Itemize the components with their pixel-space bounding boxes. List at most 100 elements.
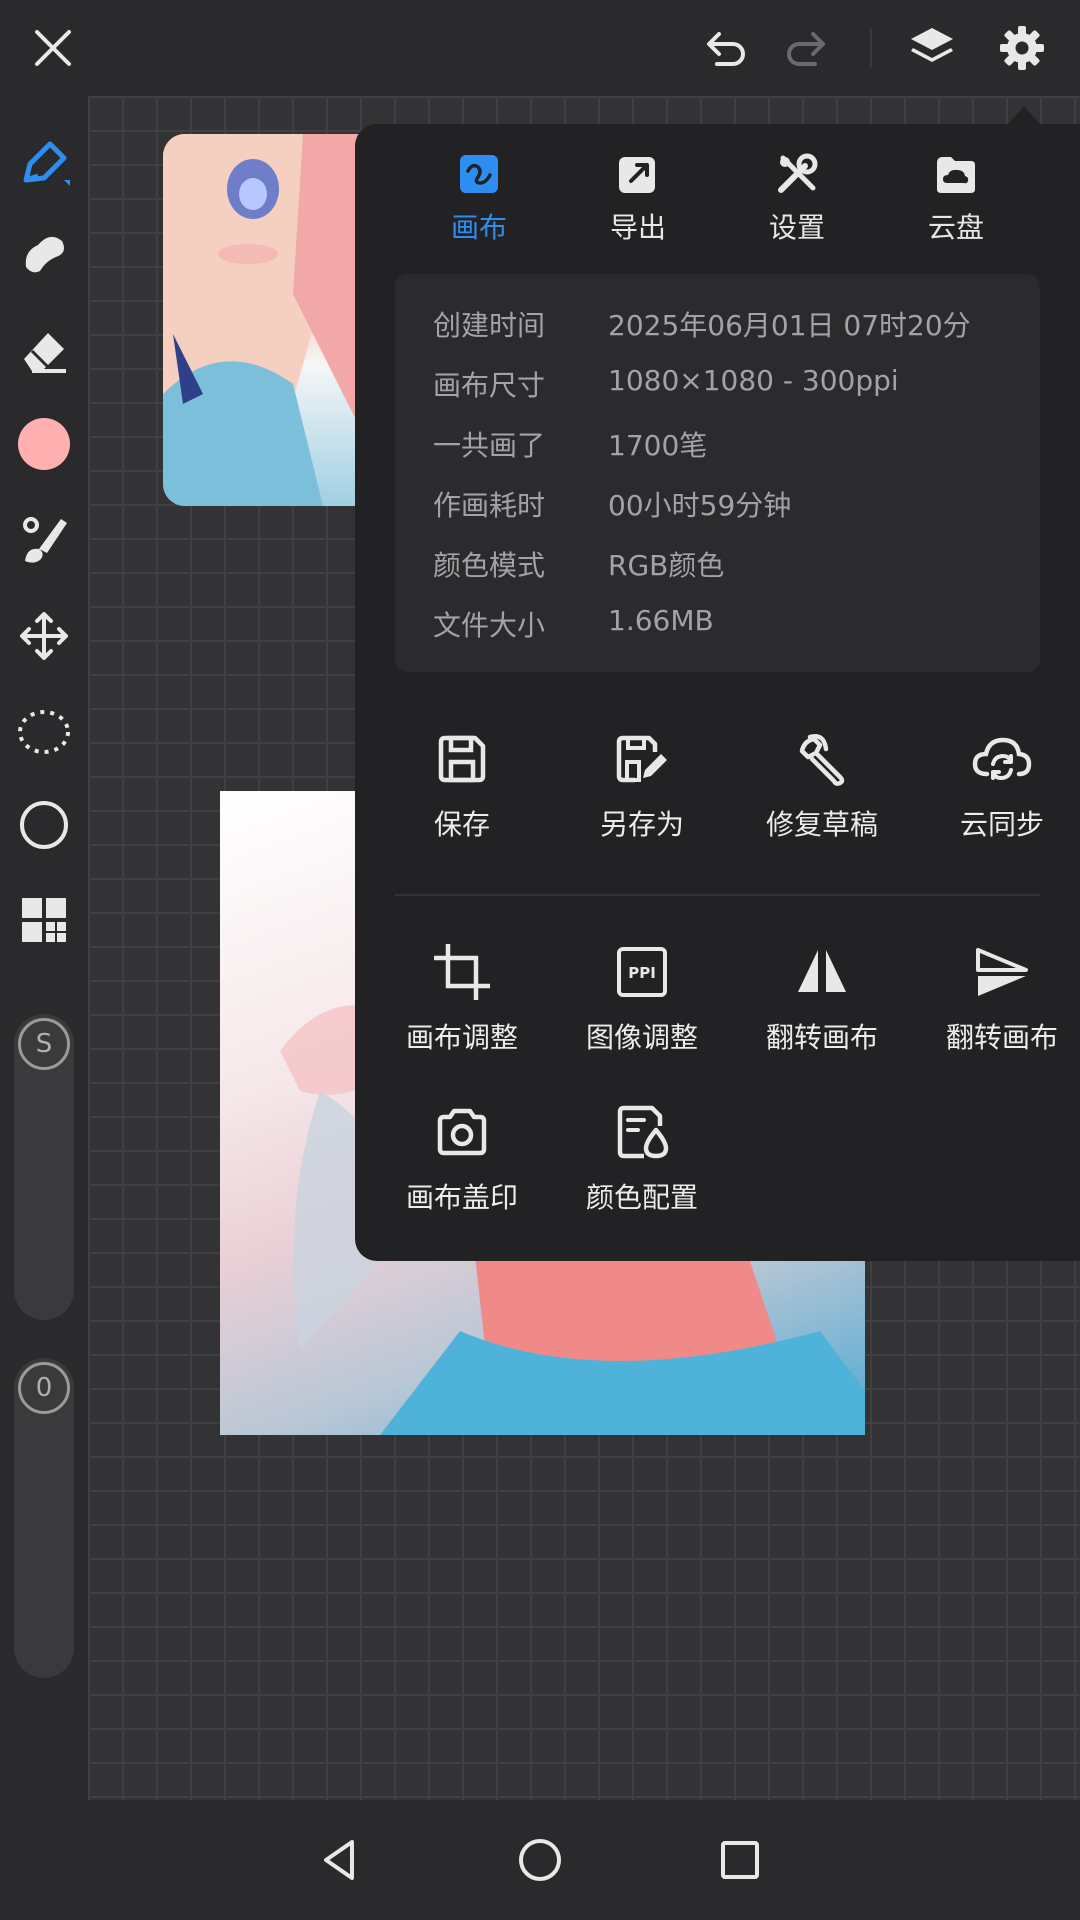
current-color-swatch xyxy=(18,418,70,470)
layers-button[interactable] xyxy=(902,18,962,78)
opacity-slider[interactable]: 0 xyxy=(14,1358,74,1678)
flip-horizontal-icon xyxy=(798,948,846,996)
opacity-slider-label: 0 xyxy=(35,1373,53,1403)
save-icon xyxy=(438,735,486,783)
image-adjust-label: 图像调整 xyxy=(585,1021,698,1054)
save-button[interactable]: 保存 xyxy=(372,727,552,843)
flip-vertical-icon xyxy=(976,948,1028,996)
cloud-sync-icon xyxy=(972,737,1032,780)
brush-size-slider[interactable]: S xyxy=(14,1014,74,1320)
info-value: 00小时59分钟 xyxy=(608,489,792,522)
export-icon xyxy=(619,157,655,193)
nav-back-button[interactable] xyxy=(310,1830,370,1890)
save-as-button[interactable]: 另存为 xyxy=(552,727,732,843)
cloud-sync-label: 云同步 xyxy=(959,808,1044,841)
tab-cloud-drive-label: 云盘 xyxy=(927,211,984,244)
image-adjust-button[interactable]: PPI 图像调整 xyxy=(552,940,732,1056)
info-value: 2025年06月01日 07时20分 xyxy=(608,309,971,342)
back-triangle-icon xyxy=(324,1840,354,1880)
gear-icon xyxy=(1000,26,1044,70)
canvas-icon xyxy=(460,155,498,193)
cloud-drive-icon xyxy=(937,157,975,193)
cloud-sync-button[interactable]: 云同步 xyxy=(912,727,1080,843)
canvas-stamp-label: 画布盖印 xyxy=(405,1181,518,1214)
info-label: 画布尺寸 xyxy=(433,369,546,402)
info-row: 创建时间 2025年06月01日 07时20分 xyxy=(395,304,1040,344)
smudge-tool[interactable] xyxy=(14,223,74,283)
smudge-icon xyxy=(25,236,64,273)
panel-pointer xyxy=(1008,106,1040,124)
tab-settings[interactable]: 设置 xyxy=(717,150,877,246)
flip-vertical-button[interactable]: 翻转画布 xyxy=(912,940,1080,1056)
grid-squares-icon xyxy=(22,898,66,942)
settings-tools-icon xyxy=(778,153,818,193)
color-profile-icon xyxy=(617,1105,669,1159)
left-toolbar: S 0 xyxy=(0,96,88,1800)
pen-tool[interactable] xyxy=(14,134,74,194)
brush-icon xyxy=(23,517,67,563)
undo-button[interactable] xyxy=(696,18,756,78)
recents-square-icon xyxy=(721,1841,759,1879)
info-value: RGB颜色 xyxy=(608,549,725,582)
close-button[interactable] xyxy=(23,18,83,78)
brush-settings-tool[interactable] xyxy=(14,510,74,570)
svg-text:PPI: PPI xyxy=(628,964,656,982)
info-label: 文件大小 xyxy=(433,609,546,642)
nav-home-button[interactable] xyxy=(510,1830,570,1890)
shape-tool[interactable] xyxy=(14,795,74,855)
flip-horizontal-button[interactable]: 翻转画布 xyxy=(732,940,912,1056)
flip-vertical-label: 翻转画布 xyxy=(945,1021,1058,1054)
info-row: 作画耗时 00小时59分钟 xyxy=(395,484,1040,524)
wrench-icon xyxy=(799,734,845,786)
nav-recents-button[interactable] xyxy=(710,1830,770,1890)
tab-export-label: 导出 xyxy=(609,211,666,244)
canvas-stamp-button[interactable]: 画布盖印 xyxy=(372,1100,552,1216)
repair-draft-button[interactable]: 修复草稿 xyxy=(732,727,912,843)
save-as-label: 另存为 xyxy=(599,808,684,841)
undo-icon xyxy=(707,32,745,66)
info-label: 颜色模式 xyxy=(433,549,546,582)
layers-icon xyxy=(911,28,953,62)
size-slider-knob[interactable]: S xyxy=(18,1018,70,1070)
move-arrows-icon xyxy=(20,612,68,660)
tab-canvas[interactable]: 画布 xyxy=(399,150,559,246)
save-label: 保存 xyxy=(433,808,490,841)
eraser-tool[interactable] xyxy=(14,321,74,381)
size-slider-label: S xyxy=(35,1029,53,1059)
materials-tool[interactable] xyxy=(14,890,74,950)
system-nav-bar xyxy=(0,1800,1080,1920)
home-circle-icon xyxy=(519,1839,561,1881)
tab-cloud-drive[interactable]: 云盘 xyxy=(876,150,1036,246)
crop-icon xyxy=(434,944,490,1000)
tab-settings-label: 设置 xyxy=(768,211,825,244)
info-label: 创建时间 xyxy=(433,309,546,342)
lasso-icon xyxy=(18,710,70,754)
info-value: 1700笔 xyxy=(608,429,708,462)
transform-tool[interactable] xyxy=(14,606,74,666)
color-picker-button[interactable] xyxy=(14,414,74,474)
info-value: 1080×1080 - 300ppi xyxy=(608,364,899,397)
close-icon xyxy=(35,30,71,66)
repair-draft-label: 修复草稿 xyxy=(765,808,878,841)
info-value: 1.66MB xyxy=(608,604,714,637)
panel-tabs: 画布 导出 设置 云盘 xyxy=(355,124,1080,274)
redo-icon xyxy=(787,32,825,66)
panel-divider xyxy=(395,894,1040,896)
opacity-slider-knob[interactable]: 0 xyxy=(18,1362,70,1414)
info-row: 一共画了 1700笔 xyxy=(395,424,1040,464)
info-label: 一共画了 xyxy=(433,429,546,462)
tab-canvas-label: 画布 xyxy=(450,211,507,244)
canvas-menu-panel: 画布 导出 设置 云盘 创建时间 2025年06月01日 07时20分 画布尺寸… xyxy=(355,124,1080,1261)
save-as-icon xyxy=(616,735,667,783)
toolbar-divider xyxy=(870,28,872,68)
color-profile-label: 颜色配置 xyxy=(585,1181,698,1214)
tab-export[interactable]: 导出 xyxy=(558,150,718,246)
lasso-tool[interactable] xyxy=(14,702,74,762)
camera-icon xyxy=(437,1108,487,1156)
redo-button[interactable] xyxy=(776,18,836,78)
canvas-adjust-button[interactable]: 画布调整 xyxy=(372,940,552,1056)
settings-button[interactable] xyxy=(992,18,1052,78)
color-profile-button[interactable]: 颜色配置 xyxy=(552,1100,732,1216)
info-row: 文件大小 1.66MB xyxy=(395,604,1040,644)
pen-icon xyxy=(23,141,70,186)
